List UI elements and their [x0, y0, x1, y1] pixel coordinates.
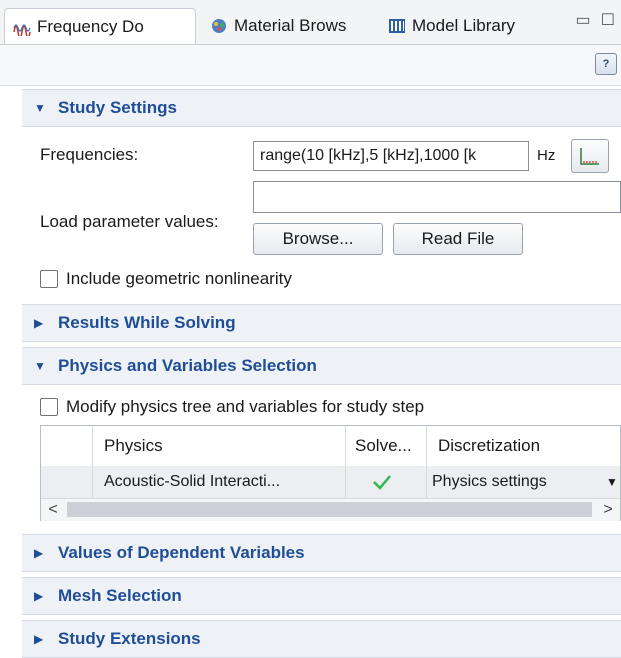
load-parameter-values-label: Load parameter values:: [40, 212, 219, 231]
collapsed-triangle-icon: ▶: [34, 589, 44, 603]
collapsed-triangle-icon: ▶: [34, 316, 44, 330]
material-icon: [212, 19, 226, 33]
window-controls: ▭ ☐: [576, 10, 615, 30]
range-icon: [580, 148, 599, 165]
scrollbar-thumb[interactable]: [67, 502, 592, 517]
section-study-settings[interactable]: ▼ Study Settings: [22, 89, 621, 127]
scroll-left-icon[interactable]: <: [41, 499, 65, 521]
tab-model-library[interactable]: Model Library: [380, 8, 540, 44]
tab-label: Frequency Do: [37, 16, 144, 36]
modify-physics-tree-checkbox[interactable]: [40, 398, 58, 416]
model-library-icon: [389, 19, 405, 33]
collapsed-triangle-icon: ▶: [34, 546, 44, 560]
dropdown-arrow-icon[interactable]: ▼: [606, 466, 618, 498]
browse-button[interactable]: Browse...: [253, 223, 383, 255]
frequency-study-icon: [13, 23, 31, 36]
frequencies-unit: Hz: [537, 147, 556, 164]
checkmark-icon: [373, 475, 391, 490]
geometric-nonlinearity-label: Include geometric nonlinearity: [66, 269, 292, 288]
range-button[interactable]: [571, 139, 609, 173]
frequencies-label: Frequencies:: [40, 145, 139, 164]
frequencies-input[interactable]: range(10 [kHz],5 [kHz],1000 [k: [253, 141, 529, 171]
section-values-dependent-variables[interactable]: ▶ Values of Dependent Variables: [22, 534, 621, 572]
help-icon[interactable]: ?: [595, 53, 617, 75]
expanded-triangle-icon: ▼: [34, 359, 46, 373]
tab-bar: Frequency Do Material Brows Model Librar…: [0, 0, 621, 45]
section-physics-variables-selection[interactable]: ▼ Physics and Variables Selection: [22, 347, 621, 385]
table-cell-solve[interactable]: [371, 466, 393, 498]
column-header-discretization[interactable]: Discretization: [438, 426, 540, 466]
column-separator: [426, 426, 427, 498]
geometric-nonlinearity-checkbox[interactable]: [40, 270, 58, 288]
section-title: Study Settings: [58, 98, 178, 117]
collapsed-triangle-icon: ▶: [34, 632, 44, 646]
tab-label: Model Library: [412, 16, 515, 35]
section-title: Results While Solving: [58, 313, 236, 332]
expanded-triangle-icon: ▼: [34, 101, 46, 115]
section-title: Values of Dependent Variables: [58, 543, 305, 562]
minimize-icon[interactable]: ▭: [576, 10, 591, 30]
horizontal-scrollbar[interactable]: < >: [41, 498, 620, 521]
physics-table: Physics Solve... Discretization Acoustic…: [40, 425, 621, 521]
tab-material-browser[interactable]: Material Brows: [202, 8, 374, 44]
tab-label: Material Brows: [234, 16, 347, 35]
column-separator: [345, 426, 346, 498]
section-study-extensions[interactable]: ▶ Study Extensions: [22, 620, 621, 658]
section-title: Physics and Variables Selection: [58, 356, 317, 375]
section-results-while-solving[interactable]: ▶ Results While Solving: [22, 304, 621, 342]
column-header-physics[interactable]: Physics: [104, 426, 163, 466]
toolbar: ?: [0, 45, 621, 86]
section-title: Mesh Selection: [58, 586, 182, 605]
tab-frequency-domain[interactable]: Frequency Do: [4, 8, 196, 44]
read-file-button[interactable]: Read File: [393, 223, 523, 255]
load-parameter-values-input[interactable]: [253, 181, 621, 213]
section-mesh-selection[interactable]: ▶ Mesh Selection: [22, 577, 621, 615]
section-title: Study Extensions: [58, 629, 201, 648]
table-cell-physics[interactable]: Acoustic-Solid Interacti...: [104, 466, 280, 498]
column-separator: [92, 426, 93, 498]
scroll-right-icon[interactable]: >: [596, 499, 620, 521]
column-header-solve[interactable]: Solve...: [355, 426, 412, 466]
table-cell-discretization[interactable]: Physics settings: [432, 466, 547, 498]
modify-physics-tree-label: Modify physics tree and variables for st…: [66, 397, 425, 416]
maximize-icon[interactable]: ☐: [601, 10, 615, 30]
